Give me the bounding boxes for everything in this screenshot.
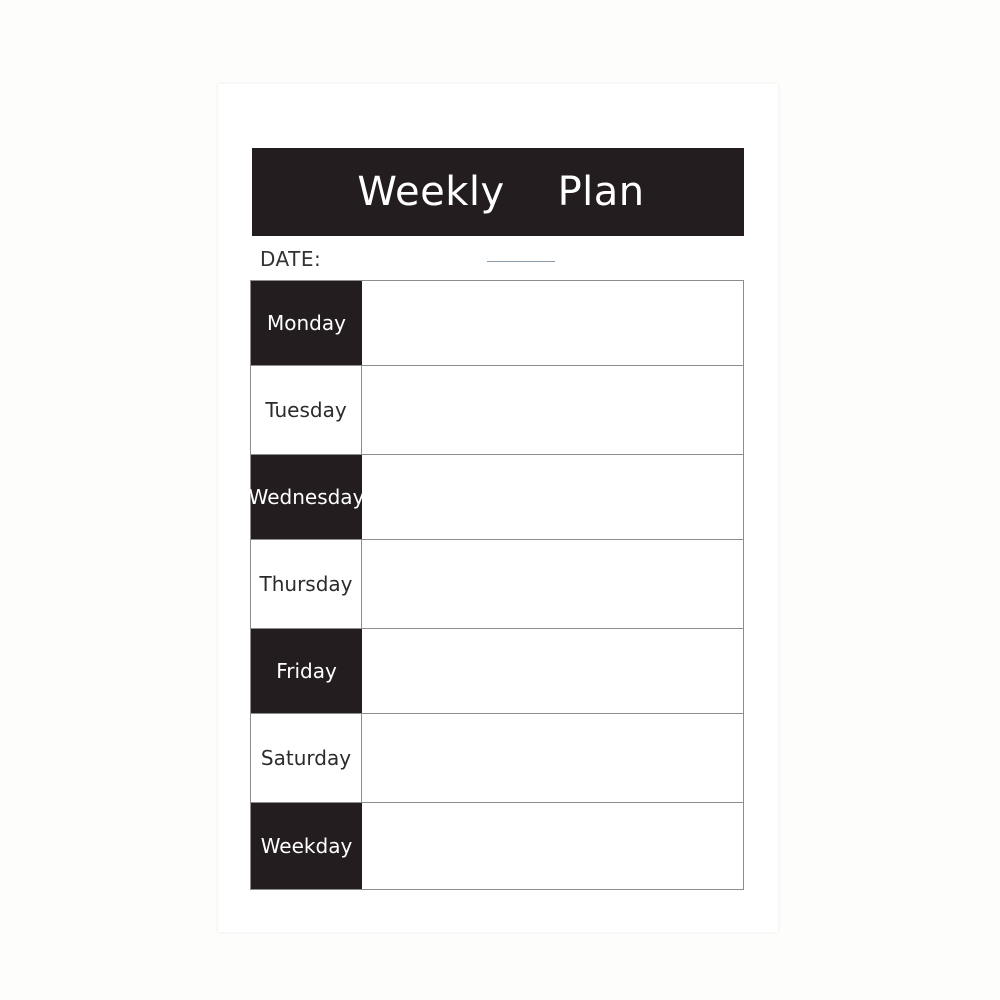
notes-thursday[interactable] xyxy=(362,540,743,628)
date-row: DATE: xyxy=(260,247,740,277)
day-row-wednesday: Wednesday xyxy=(249,455,743,539)
day-row-tuesday: Tuesday xyxy=(251,366,743,454)
title-banner: Weekly Plan xyxy=(252,148,744,236)
day-label-thursday: Thursday xyxy=(251,540,362,628)
date-label: DATE: xyxy=(260,247,322,271)
day-row-thursday: Thursday xyxy=(251,540,743,628)
day-row-friday: Friday xyxy=(251,629,743,713)
day-row-saturday: Saturday xyxy=(251,714,743,802)
notes-tuesday[interactable] xyxy=(362,366,743,454)
notes-weekday[interactable] xyxy=(362,803,743,889)
notes-saturday[interactable] xyxy=(362,714,743,802)
date-input-line[interactable] xyxy=(487,261,555,262)
page-title: Weekly Plan xyxy=(357,169,645,215)
day-label-weekday: Weekday xyxy=(251,803,362,889)
day-label-friday: Friday xyxy=(251,629,362,713)
weekly-grid: Monday Tuesday Wednesday Thursday Friday xyxy=(249,280,744,890)
day-row-monday: Monday xyxy=(251,281,743,365)
day-row-weekday: Weekday xyxy=(251,803,743,889)
day-label-wednesday: Wednesday xyxy=(249,455,364,539)
day-label-saturday: Saturday xyxy=(251,714,362,802)
notes-wednesday[interactable] xyxy=(362,455,743,539)
day-label-monday: Monday xyxy=(251,281,362,365)
notes-monday[interactable] xyxy=(362,281,743,365)
notes-friday[interactable] xyxy=(362,629,743,713)
day-label-tuesday: Tuesday xyxy=(251,366,362,454)
planner-sheet: Weekly Plan DATE: Monday Tuesday Wednesd… xyxy=(218,84,778,932)
